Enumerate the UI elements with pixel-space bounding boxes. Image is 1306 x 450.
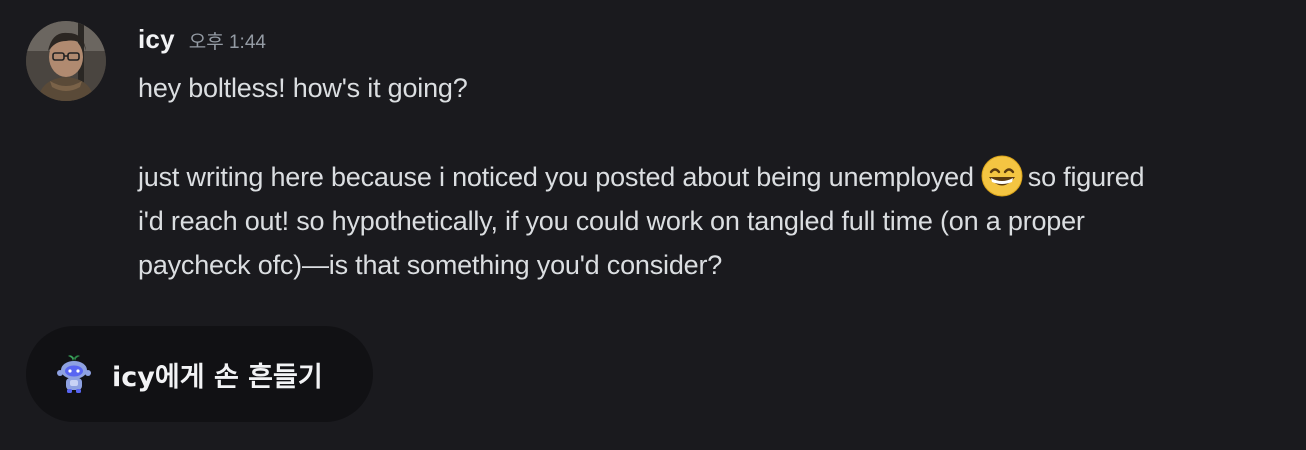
message-line: just writing here because i noticed you … <box>138 154 1298 199</box>
message-line: paycheck ofc)—is that something you'd co… <box>138 250 723 280</box>
chat-message: icy 오후 1:44 hey boltless! how's it going… <box>0 0 1306 300</box>
avatar[interactable] <box>26 21 106 101</box>
message-text: so figured <box>1027 162 1145 192</box>
message-text: just writing here because i noticed you … <box>138 162 974 192</box>
wave-button[interactable]: icy에게 손 흔들기 <box>26 326 373 422</box>
message-line: i'd reach out! so hypothetically, if you… <box>138 206 1085 236</box>
grinning-face-emoji-icon <box>980 154 1024 198</box>
wave-button-label: icy에게 손 흔들기 <box>112 361 323 393</box>
timestamp: 오후 1:44 <box>188 32 266 53</box>
message-content: hey boltless! how's it going? just writi… <box>138 66 1298 287</box>
user-photo-icon <box>26 21 106 101</box>
message-line: hey boltless! how's it going? <box>138 73 468 103</box>
message-header: icy 오후 1:44 <box>138 24 266 60</box>
username[interactable]: icy <box>138 24 175 55</box>
wumpus-wave-icon <box>52 352 96 396</box>
